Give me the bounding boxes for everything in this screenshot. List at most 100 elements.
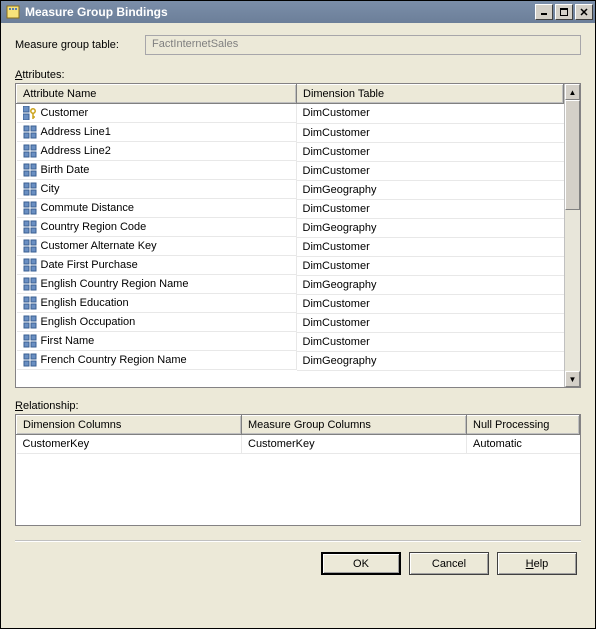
attribute-name-cell[interactable]: First Name [17, 332, 297, 351]
measure-group-column-cell[interactable]: CustomerKey [242, 435, 467, 454]
dimension-table-cell[interactable]: DimCustomer [297, 142, 564, 161]
dimension-table-cell[interactable]: DimGeography [297, 275, 564, 294]
dimension-table-cell[interactable]: DimCustomer [297, 256, 564, 275]
table-row[interactable]: Birth Date DimCustomer [17, 161, 564, 180]
attribute-name-text: Date First Purchase [41, 259, 138, 271]
attribute-icon [23, 239, 37, 253]
separator [15, 540, 581, 542]
attribute-icon [23, 182, 37, 196]
title-bar: Measure Group Bindings [1, 1, 595, 23]
attribute-name-cell[interactable]: English Education [17, 294, 297, 313]
attribute-icon [23, 163, 37, 177]
attribute-icon [23, 144, 37, 158]
attribute-name-text: City [41, 183, 60, 195]
table-row[interactable]: Commute Distance DimCustomer [17, 199, 564, 218]
attribute-name-cell[interactable]: Birth Date [17, 161, 297, 180]
window-title: Measure Group Bindings [25, 5, 535, 19]
dimension-table-cell[interactable]: DimCustomer [297, 237, 564, 256]
attribute-name-text: Address Line1 [41, 126, 111, 138]
table-row[interactable]: Date First Purchase DimCustomer [17, 256, 564, 275]
measure-group-table-label: Measure group table: [15, 39, 135, 51]
attribute-icon [23, 315, 37, 329]
maximize-button[interactable] [555, 4, 573, 20]
attribute-name-text: English Education [41, 297, 129, 309]
attribute-name-text: Country Region Code [41, 221, 147, 233]
attribute-name-cell[interactable]: Country Region Code [17, 218, 297, 237]
attribute-name-text: First Name [41, 335, 95, 347]
attributes-table[interactable]: Attribute Name Dimension Table Customer D… [16, 84, 564, 371]
attribute-name-text: English Occupation [41, 316, 136, 328]
table-row[interactable]: Address Line2 DimCustomer [17, 142, 564, 161]
dimension-column-cell[interactable]: CustomerKey [17, 435, 242, 454]
dimension-table-cell[interactable]: DimCustomer [297, 294, 564, 313]
col-measure-group-columns[interactable]: Measure Group Columns [242, 416, 467, 435]
attribute-name-text: Customer Alternate Key [41, 240, 157, 252]
close-button[interactable] [575, 4, 593, 20]
attributes-label: Attributes: [15, 69, 581, 81]
table-row[interactable]: Address Line1 DimCustomer [17, 123, 564, 142]
relationship-label: Relationship: [15, 400, 581, 412]
dimension-table-cell[interactable]: DimCustomer [297, 161, 564, 180]
attribute-name-cell[interactable]: Address Line2 [17, 142, 297, 161]
null-processing-cell[interactable]: Automatic [467, 435, 580, 454]
attribute-name-cell[interactable]: Customer Alternate Key [17, 237, 297, 256]
attribute-name-text: English Country Region Name [41, 278, 189, 290]
attribute-name-cell[interactable]: Customer [17, 104, 297, 123]
help-button[interactable]: Help [497, 552, 577, 575]
table-row[interactable]: French Country Region NameDimGeography [17, 351, 564, 370]
table-row[interactable]: City DimGeography [17, 180, 564, 199]
app-icon [5, 4, 21, 20]
table-row[interactable]: Country Region Code DimGeography [17, 218, 564, 237]
relationship-table[interactable]: Dimension Columns Measure Group Columns … [16, 415, 580, 454]
dimension-table-cell[interactable]: DimGeography [297, 180, 564, 199]
dimension-table-cell[interactable]: DimCustomer [297, 313, 564, 332]
scroll-track[interactable] [565, 210, 580, 371]
attribute-name-cell[interactable]: Address Line1 [17, 123, 297, 142]
ok-button[interactable]: OK [321, 552, 401, 575]
attribute-icon [23, 220, 37, 234]
scroll-up-button[interactable]: ▲ [565, 84, 580, 100]
dimension-table-cell[interactable]: DimCustomer [297, 199, 564, 218]
attributes-scrollbar[interactable]: ▲ ▼ [564, 84, 580, 387]
table-row[interactable]: CustomerKeyCustomerKeyAutomatic [17, 435, 580, 454]
attribute-icon [23, 201, 37, 215]
attribute-name-cell[interactable]: English Occupation [17, 313, 297, 332]
dimension-table-cell[interactable]: DimGeography [297, 218, 564, 237]
attribute-name-text: Address Line2 [41, 145, 111, 157]
measure-group-table-field: FactInternetSales [145, 35, 581, 55]
attribute-name-cell[interactable]: City [17, 180, 297, 199]
table-row[interactable]: Customer Alternate Key DimCustomer [17, 237, 564, 256]
table-row[interactable]: Customer DimCustomer [17, 104, 564, 124]
col-attribute-name[interactable]: Attribute Name [17, 85, 297, 104]
dimension-table-cell[interactable]: DimGeography [297, 351, 564, 370]
dimension-table-cell[interactable]: DimCustomer [297, 104, 564, 124]
table-row[interactable]: English Occupation DimCustomer [17, 313, 564, 332]
attribute-name-cell[interactable]: Date First Purchase [17, 256, 297, 275]
attribute-icon [23, 125, 37, 139]
attribute-name-cell[interactable]: French Country Region Name [17, 351, 297, 370]
minimize-button[interactable] [535, 4, 553, 20]
dimension-table-cell[interactable]: DimCustomer [297, 332, 564, 351]
attribute-icon [23, 258, 37, 272]
scroll-down-button[interactable]: ▼ [565, 371, 580, 387]
relationship-panel: Dimension Columns Measure Group Columns … [15, 414, 581, 526]
attribute-icon [23, 296, 37, 310]
attribute-name-cell[interactable]: English Country Region Name [17, 275, 297, 294]
dimension-table-cell[interactable]: DimCustomer [297, 123, 564, 142]
key-attribute-icon [23, 106, 37, 120]
attribute-name-text: Birth Date [41, 164, 90, 176]
table-row[interactable]: English Education DimCustomer [17, 294, 564, 313]
col-dimension-columns[interactable]: Dimension Columns [17, 416, 242, 435]
attribute-icon [23, 277, 37, 291]
attribute-icon [23, 353, 37, 367]
scroll-thumb[interactable] [565, 100, 580, 210]
table-row[interactable]: First Name DimCustomer [17, 332, 564, 351]
attribute-name-text: Commute Distance [41, 202, 135, 214]
col-dimension-table[interactable]: Dimension Table [297, 85, 564, 104]
attribute-name-text: Customer [41, 107, 89, 119]
table-row[interactable]: English Country Region Name DimGeography [17, 275, 564, 294]
cancel-button[interactable]: Cancel [409, 552, 489, 575]
attribute-name-cell[interactable]: Commute Distance [17, 199, 297, 218]
attributes-panel: Attribute Name Dimension Table Customer D… [15, 83, 581, 388]
col-null-processing[interactable]: Null Processing [467, 416, 580, 435]
